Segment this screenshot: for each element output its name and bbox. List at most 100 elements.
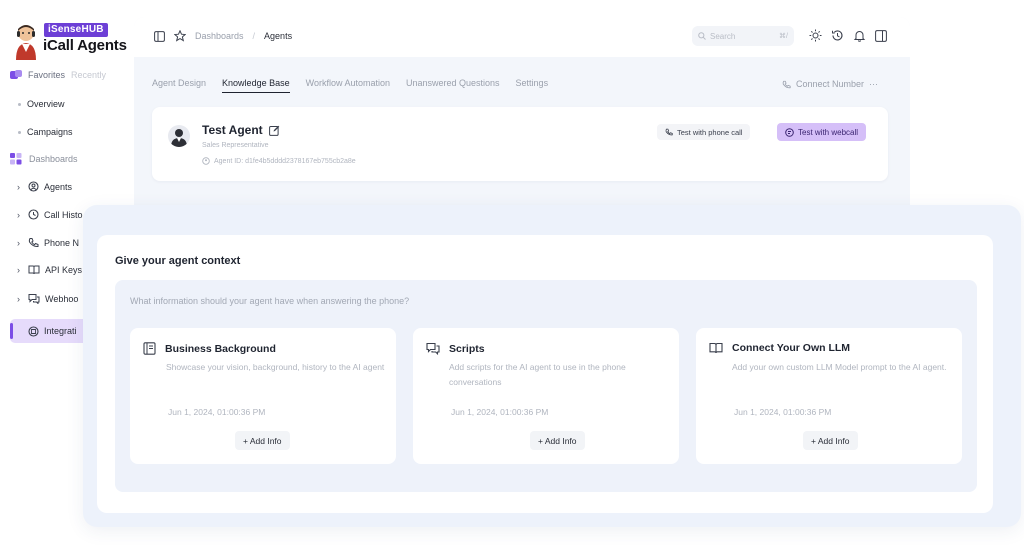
tab-recently[interactable]: Recently xyxy=(71,70,106,80)
history-icon xyxy=(28,209,39,220)
phone-icon xyxy=(28,237,39,248)
card-date: Jun 1, 2024, 01:00:36 PM xyxy=(451,407,549,417)
document-icon xyxy=(143,342,156,355)
id-icon xyxy=(202,157,210,165)
chevron-right-icon: › xyxy=(17,181,20,192)
tab-knowledge-base[interactable]: Knowledge Base xyxy=(222,78,290,93)
agent-role: Sales Representative xyxy=(202,142,269,149)
connect-llm-card: Connect Your Own LLM Add your own custom… xyxy=(696,328,962,464)
card-title: Scripts xyxy=(449,342,485,355)
breadcrumb-separator: / xyxy=(252,31,256,41)
tab-workflow-automation[interactable]: Workflow Automation xyxy=(306,78,390,93)
card-description: Showcase your vision, background, histor… xyxy=(166,362,385,372)
webcall-icon xyxy=(785,127,794,137)
search-shortcut: ⌘/ xyxy=(779,33,788,40)
sidebar-item-label: Call Histo xyxy=(44,209,83,220)
sun-icon[interactable] xyxy=(809,29,822,42)
tab-settings[interactable]: Settings xyxy=(516,78,549,93)
test-webcall-label: Test with webcall xyxy=(798,127,859,137)
scripts-card: Scripts Add scripts for the AI agent to … xyxy=(413,328,679,464)
agent-name: Test Agent xyxy=(202,123,263,137)
top-bar: Dashboards / Agents Search ⌘/ xyxy=(134,17,910,57)
sidebar-item-label: Phone N xyxy=(44,237,80,248)
agent-avatar xyxy=(168,125,190,147)
book-icon xyxy=(28,265,40,275)
sidebar-item-label: Overview xyxy=(27,99,65,109)
card-date: Jun 1, 2024, 01:00:36 PM xyxy=(734,407,832,417)
chevron-right-icon: › xyxy=(17,209,20,220)
bell-icon[interactable] xyxy=(853,29,866,42)
add-info-button[interactable]: + Add Info xyxy=(235,431,290,450)
connect-number-button[interactable]: Connect Number ··· xyxy=(782,79,878,89)
more-options-icon[interactable]: ··· xyxy=(869,79,878,89)
sidebar-section-dashboards: Dashboards xyxy=(10,153,78,165)
history-icon[interactable] xyxy=(831,29,844,42)
sidebar-item-label: Webhoo xyxy=(45,293,79,304)
test-webcall-button[interactable]: Test with webcall xyxy=(777,123,867,141)
sidebar-tabs: Favorites Recently xyxy=(10,70,106,80)
chat-bubbles-icon xyxy=(426,342,440,355)
sidebar-item-label: API Keys xyxy=(45,265,83,275)
open-book-icon xyxy=(709,342,723,354)
search-placeholder: Search xyxy=(710,31,736,41)
main-app: Dashboards / Agents Search ⌘/ Agent Desi… xyxy=(134,17,910,217)
agent-card: Test Agent Sales Representative Agent ID… xyxy=(152,107,888,181)
active-indicator xyxy=(10,323,13,339)
chevron-right-icon: › xyxy=(17,265,20,275)
sidebar-item-agents[interactable]: › Agents xyxy=(17,181,134,192)
brand-name: iCall Agents xyxy=(43,37,127,54)
agent-id-value: Agent ID: d1fe4b5dddd2378167eb755cb2a8e xyxy=(214,157,356,165)
agent-id: Agent ID: d1fe4b5dddd2378167eb755cb2a8e xyxy=(202,157,356,165)
business-background-card: Business Background Showcase your vision… xyxy=(130,328,396,464)
test-phone-call-label: Test with phone call xyxy=(677,127,743,137)
chat-icon xyxy=(28,293,40,304)
breadcrumb-agents: Agents xyxy=(264,31,293,41)
star-icon[interactable] xyxy=(174,30,186,42)
card-description: Add scripts for the AI agent to use in t… xyxy=(449,362,626,387)
card-description: Add your own custom LLM Model prompt to … xyxy=(732,362,947,372)
panel-toggle-icon[interactable] xyxy=(875,29,887,42)
bullet xyxy=(18,130,21,134)
phone-icon xyxy=(782,80,791,89)
test-phone-call-button[interactable]: Test with phone call xyxy=(657,124,751,140)
connect-number-label: Connect Number xyxy=(796,79,865,89)
chevron-right-icon: › xyxy=(17,237,20,248)
search-input[interactable]: Search ⌘/ xyxy=(692,26,794,46)
sidebar-item-label: Campaigns xyxy=(27,127,73,137)
card-date: Jun 1, 2024, 01:00:36 PM xyxy=(168,407,266,417)
mascot-logo-icon xyxy=(12,22,40,60)
card-header: Business Background xyxy=(143,342,276,355)
search-icon xyxy=(698,32,706,40)
edit-icon[interactable] xyxy=(268,125,280,136)
tab-unanswered-questions[interactable]: Unanswered Questions xyxy=(406,78,500,93)
agent-name-row: Test Agent xyxy=(202,123,280,137)
sidebar-toggle-icon[interactable] xyxy=(154,30,165,42)
agent-context-panel: Give your agent context What information… xyxy=(97,235,993,513)
card-title: Business Background xyxy=(165,342,276,355)
card-header: Scripts xyxy=(426,342,485,355)
breadcrumb-dashboards[interactable]: Dashboards xyxy=(195,31,244,41)
app-logo[interactable]: iSenseHUB iCall Agents xyxy=(10,20,134,64)
breadcrumb: Dashboards / Agents xyxy=(154,30,292,42)
context-title: Give your agent context xyxy=(115,255,241,267)
sidebar-item-campaigns[interactable]: Campaigns xyxy=(18,127,73,137)
context-question: What information should your agent have … xyxy=(130,296,410,306)
sidebar-item-overview[interactable]: Overview xyxy=(18,99,65,109)
phone-icon xyxy=(665,128,673,136)
sidebar-item-label: Agents xyxy=(44,181,73,192)
context-section: What information should your agent have … xyxy=(115,280,977,492)
bullet xyxy=(18,102,21,106)
add-info-button[interactable]: + Add Info xyxy=(803,431,858,450)
card-title: Connect Your Own LLM xyxy=(732,342,851,354)
dashboards-icon xyxy=(10,153,22,165)
chevron-right-icon: › xyxy=(17,293,20,304)
add-info-button[interactable]: + Add Info xyxy=(530,431,585,450)
top-bar-actions xyxy=(809,29,887,42)
card-header: Connect Your Own LLM xyxy=(709,342,850,354)
sidebar-section-label: Dashboards xyxy=(29,154,78,164)
tab-agent-design[interactable]: Agent Design xyxy=(152,78,206,93)
agent-tabs: Agent Design Knowledge Base Workflow Aut… xyxy=(152,78,548,93)
tab-favorites[interactable]: Favorites xyxy=(28,70,65,80)
sidebar-item-label: Integrati xyxy=(44,326,77,336)
agents-icon xyxy=(28,181,39,192)
